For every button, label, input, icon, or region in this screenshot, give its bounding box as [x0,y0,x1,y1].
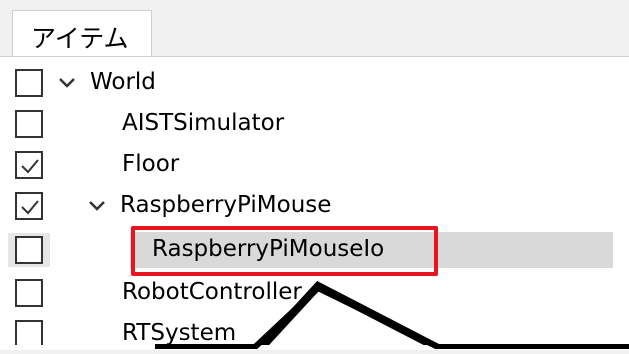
checkbox-world[interactable] [15,69,43,97]
checkbox-robotcontroller[interactable] [15,279,43,307]
tree-item-world[interactable]: World [0,63,629,103]
checkmark-icon [21,200,39,215]
tab-bar: アイテム [0,0,629,57]
tree-item-raspberrypimouse[interactable]: RaspberryPiMouse [0,186,629,226]
chevron-down-icon[interactable] [88,199,106,213]
tree-item-aistsimulator[interactable]: AISTSimulator [0,104,629,144]
checkbox-box [15,236,43,264]
chevron-down-icon[interactable] [58,76,76,90]
checkmark-icon [21,159,39,174]
checkbox-rtsystem[interactable] [15,320,43,348]
tree-item-label: RobotController [122,279,302,305]
annotation-highlight-box [131,226,438,276]
tree-item-label: Floor [122,151,180,177]
checkbox-raspberrypimouse[interactable] [15,192,43,220]
tree-item-floor[interactable]: Floor [0,145,629,185]
checkbox-raspberrypimouseio[interactable] [8,233,50,267]
tree-item-label: RTSystem [122,320,237,346]
tree-item-rtsystem[interactable]: RTSystem [0,314,629,354]
tree-item-label: RaspberryPiMouse [120,192,332,218]
tree-item-label: AISTSimulator [122,110,285,136]
item-tree: World AISTSimulator Floor RaspberryPiMou… [0,56,629,350]
tree-item-label: World [90,69,156,95]
tab-label: アイテム [31,24,129,53]
tree-item-robotcontroller[interactable]: RobotController [0,273,629,313]
checkbox-aistsimulator[interactable] [15,110,43,138]
checkbox-floor[interactable] [15,151,43,179]
tab-items[interactable]: アイテム [12,10,152,57]
